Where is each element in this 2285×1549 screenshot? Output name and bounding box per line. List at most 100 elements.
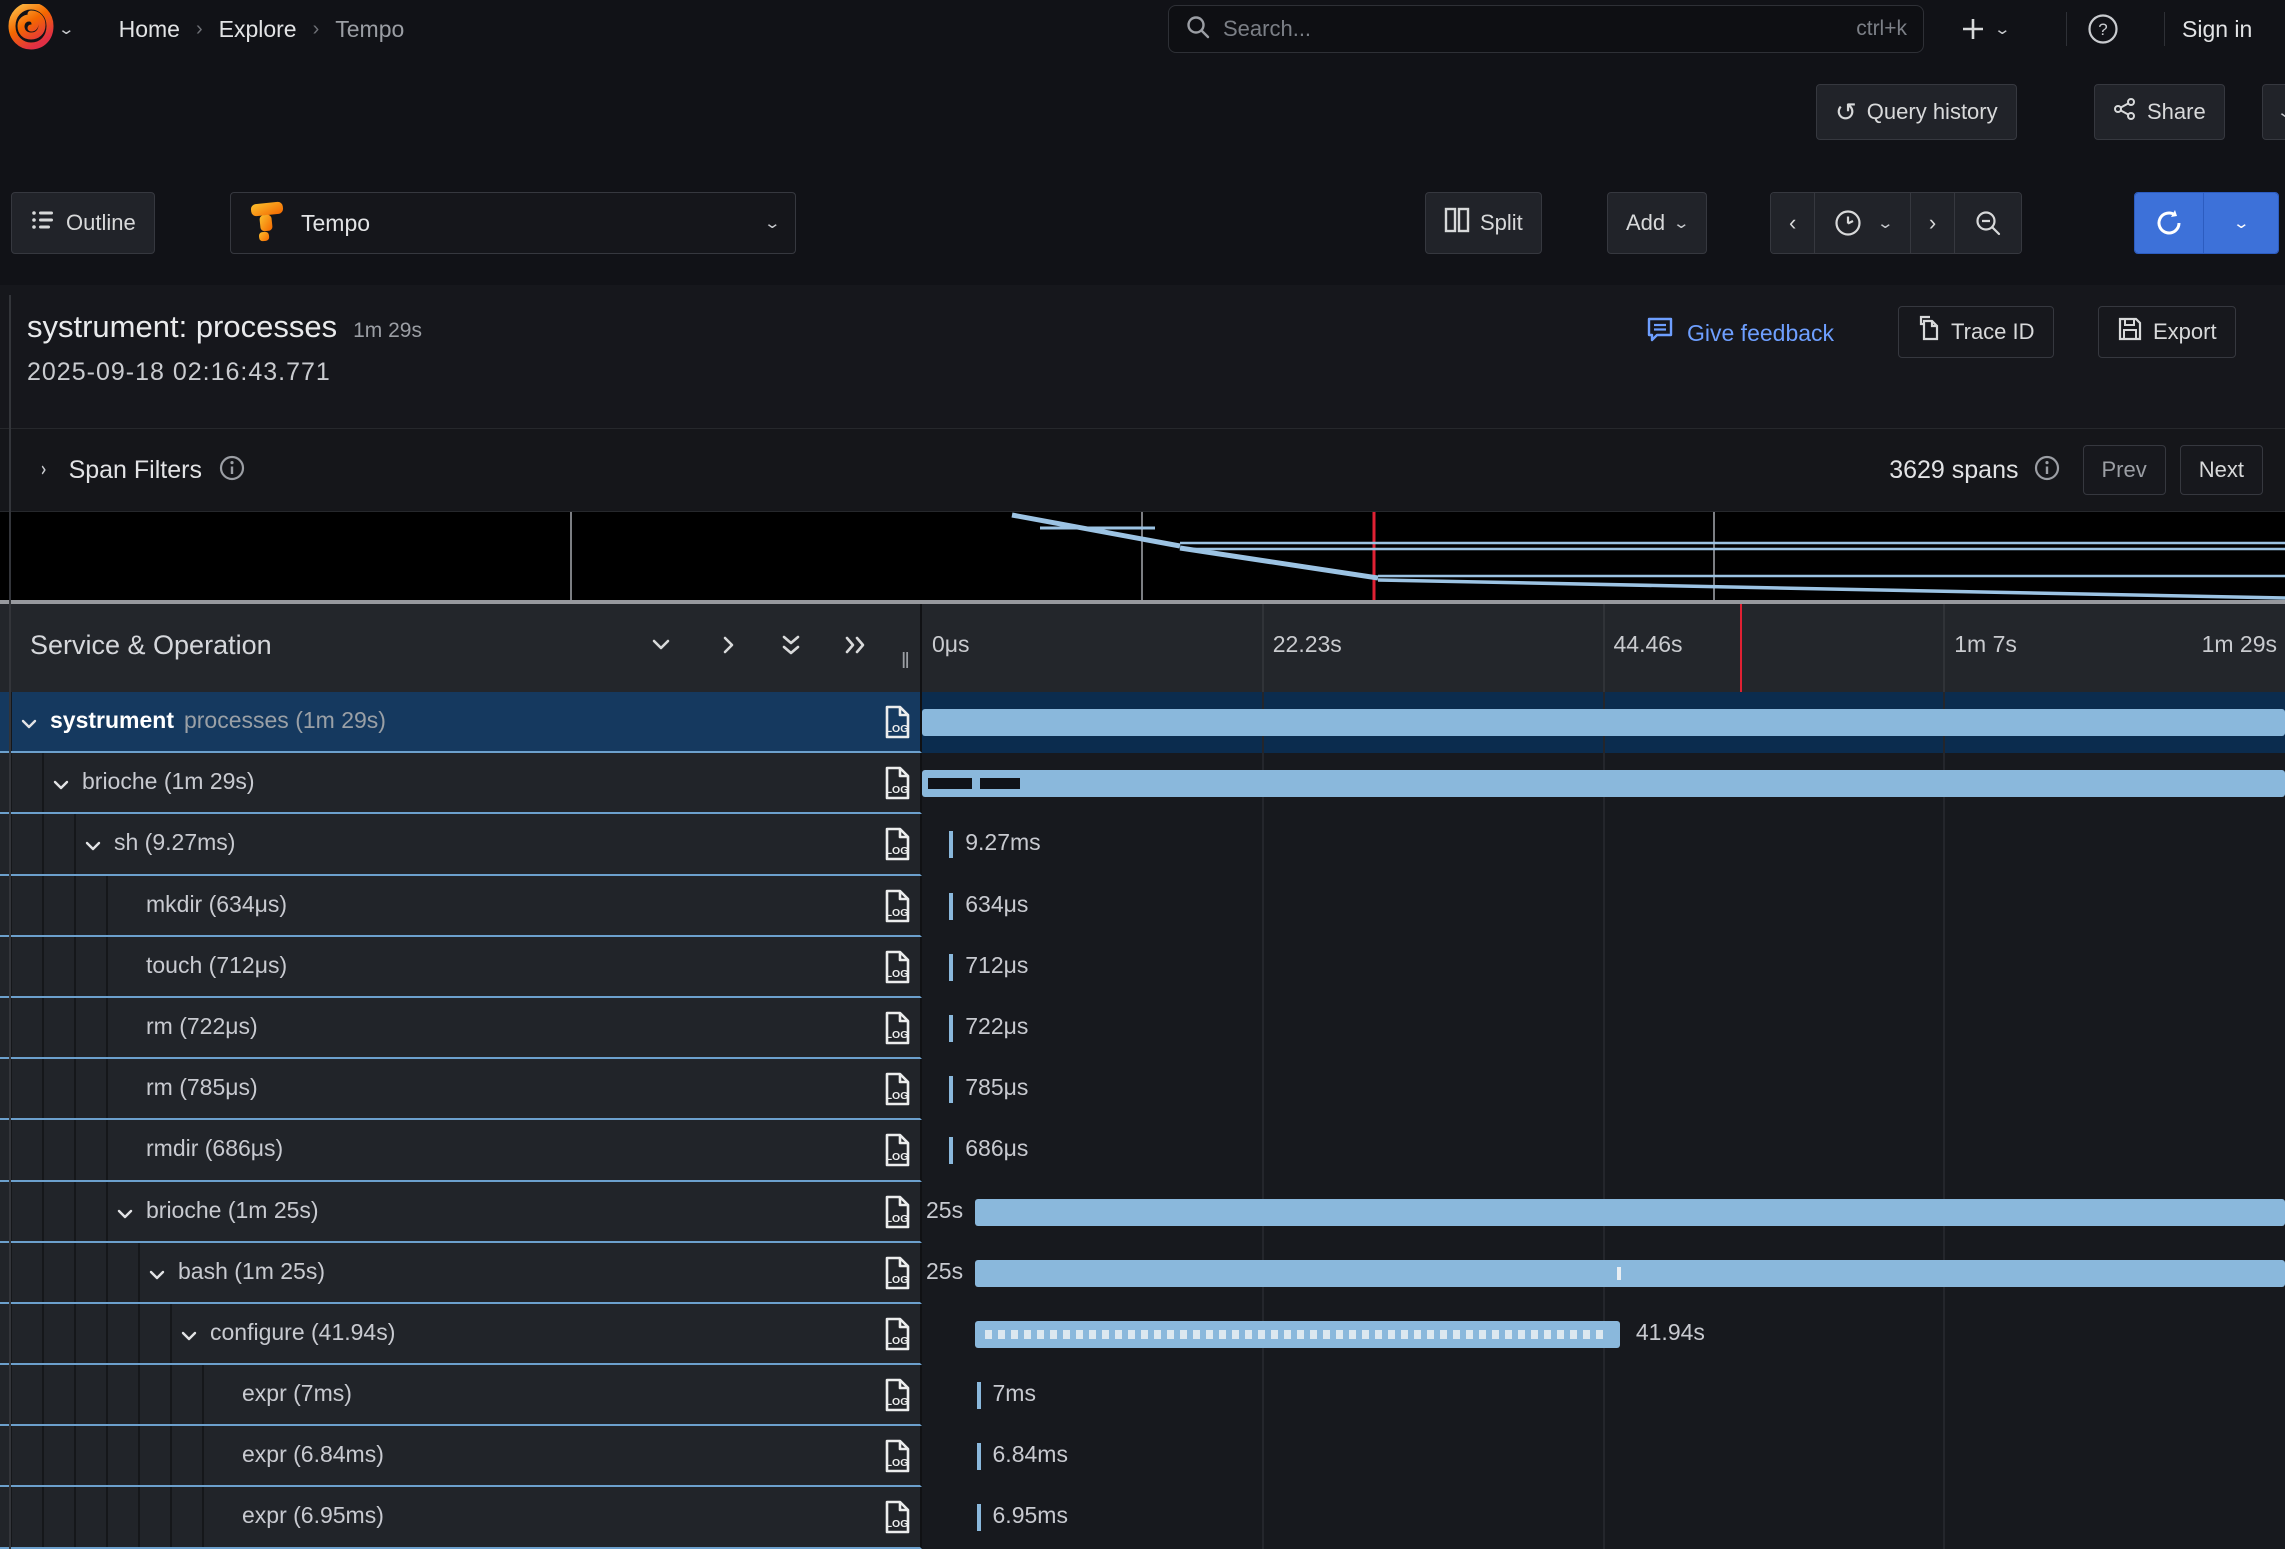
span-timeline-cell[interactable]: 6.84ms — [922, 1426, 2285, 1487]
span-bar[interactable] — [977, 1443, 981, 1470]
share-menu-button[interactable]: ⌄ — [2262, 84, 2285, 140]
global-search[interactable]: ctrl+k — [1168, 5, 1924, 53]
span-name-cell[interactable]: touch (712μs)LOG — [0, 937, 922, 998]
add-button[interactable]: Add ⌄ — [1607, 192, 1707, 254]
prev-span-button[interactable]: Prev — [2083, 445, 2166, 495]
span-bar[interactable] — [977, 1382, 981, 1409]
next-span-button[interactable]: Next — [2180, 445, 2263, 495]
row-collapse-chevron-icon[interactable] — [178, 1325, 200, 1352]
outline-button[interactable]: Outline — [11, 192, 155, 254]
log-icon[interactable]: LOG — [882, 1439, 912, 1479]
row-collapse-chevron-icon[interactable] — [146, 1264, 168, 1291]
breadcrumb-home[interactable]: Home — [119, 16, 180, 43]
share-button[interactable]: Share — [2094, 84, 2225, 140]
zoom-out-button[interactable] — [1955, 193, 2021, 253]
span-bar[interactable] — [949, 954, 953, 981]
span-name-cell[interactable]: configure (41.94s)LOG — [0, 1304, 922, 1365]
span-timeline-cell[interactable]: 686μs — [922, 1120, 2285, 1181]
time-picker-button[interactable]: ⌄ — [1815, 193, 1911, 253]
split-button[interactable]: Split — [1425, 192, 1542, 254]
log-icon[interactable]: LOG — [882, 1011, 912, 1051]
span-bar[interactable] — [975, 1199, 2285, 1226]
span-bar[interactable] — [949, 1076, 953, 1103]
span-timeline-cell[interactable]: 722μs — [922, 998, 2285, 1059]
export-button[interactable]: Export — [2098, 306, 2236, 358]
log-icon[interactable]: LOG — [882, 1256, 912, 1296]
span-timeline-cell[interactable]: 6.95ms — [922, 1487, 2285, 1548]
span-filters-label[interactable]: Span Filters — [69, 456, 202, 485]
span-bar[interactable] — [922, 770, 2285, 797]
span-name-cell[interactable]: rm (785μs)LOG — [0, 1059, 922, 1120]
indent-guide — [106, 1365, 108, 1424]
new-button[interactable]: ⌄ — [1958, 14, 2009, 44]
span-bar[interactable] — [949, 1137, 953, 1164]
expand-one-icon[interactable] — [716, 632, 742, 663]
span-bar[interactable] — [949, 893, 953, 920]
log-icon[interactable]: LOG — [882, 950, 912, 990]
span-name-cell[interactable]: rmdir (686μs)LOG — [0, 1120, 922, 1181]
expand-all-icon[interactable] — [842, 632, 872, 663]
span-name-cell[interactable]: expr (6.84ms)LOG — [0, 1426, 922, 1487]
span-timeline-cell[interactable] — [922, 692, 2285, 753]
span-timeline-cell[interactable]: 7ms — [922, 1365, 2285, 1426]
span-bar[interactable] — [922, 709, 2285, 736]
span-bar[interactable] — [977, 1504, 981, 1531]
span-timeline-cell[interactable]: 785μs — [922, 1059, 2285, 1120]
span-bar[interactable] — [975, 1260, 2285, 1287]
collapse-all-icon[interactable] — [778, 632, 804, 667]
help-button[interactable]: ? — [2086, 12, 2120, 46]
row-collapse-chevron-icon[interactable] — [50, 774, 72, 801]
row-collapse-chevron-icon[interactable] — [114, 1203, 136, 1230]
span-timeline-cell[interactable]: 41.94s — [922, 1304, 2285, 1365]
log-icon[interactable]: LOG — [882, 827, 912, 867]
span-name-cell[interactable]: mkdir (634μs)LOG — [0, 876, 922, 937]
span-timeline-cell[interactable]: 25s — [922, 1182, 2285, 1243]
span-timeline-cell[interactable]: 25s — [922, 1243, 2285, 1304]
row-collapse-chevron-icon[interactable] — [82, 835, 104, 862]
trace-minimap[interactable] — [0, 512, 2285, 604]
refresh-button[interactable] — [2135, 193, 2204, 253]
span-name-cell[interactable]: expr (7ms)LOG — [0, 1365, 922, 1426]
query-history-button[interactable]: ↺ Query history — [1816, 84, 2017, 140]
grafana-logo-icon[interactable] — [8, 4, 54, 55]
log-icon[interactable]: LOG — [882, 1378, 912, 1418]
span-name-cell[interactable]: bash (1m 25s)LOG — [0, 1243, 922, 1304]
column-resize-handle[interactable]: ‖ — [901, 648, 912, 674]
log-icon[interactable]: LOG — [882, 1500, 912, 1540]
span-name-cell[interactable]: brioche (1m 25s)LOG — [0, 1182, 922, 1243]
time-shift-forward-button[interactable]: › — [1911, 193, 1955, 253]
log-icon[interactable]: LOG — [882, 1133, 912, 1173]
span-bar[interactable] — [949, 1015, 953, 1042]
span-name-cell[interactable]: sh (9.27ms)LOG — [0, 814, 922, 875]
log-icon[interactable]: LOG — [882, 705, 912, 745]
span-name-cell[interactable]: brioche (1m 29s)LOG — [0, 753, 922, 814]
span-bar[interactable] — [975, 1321, 1620, 1348]
row-collapse-chevron-icon[interactable] — [18, 713, 40, 740]
span-name-cell[interactable]: expr (6.95ms)LOG — [0, 1487, 922, 1548]
span-timeline-cell[interactable] — [922, 753, 2285, 814]
log-icon[interactable]: LOG — [882, 1195, 912, 1235]
sign-in-link[interactable]: Sign in — [2182, 16, 2252, 43]
breadcrumb-explore[interactable]: Explore — [219, 16, 297, 43]
panel-scrollbar[interactable] — [9, 295, 11, 1549]
span-timeline-cell[interactable]: 712μs — [922, 937, 2285, 998]
log-icon[interactable]: LOG — [882, 1072, 912, 1112]
log-icon[interactable]: LOG — [882, 1317, 912, 1357]
trace-timestamp: 2025-09-18 02:16:43.771 — [27, 358, 331, 387]
datasource-picker[interactable]: Tempo ⌄ — [230, 192, 796, 254]
refresh-interval-button[interactable]: ⌄ — [2204, 193, 2278, 253]
log-icon[interactable]: LOG — [882, 889, 912, 929]
time-shift-back-button[interactable]: ‹ — [1771, 193, 1815, 253]
chevron-right-icon[interactable]: ⌄ — [31, 461, 49, 479]
collapse-one-icon[interactable] — [648, 632, 674, 663]
trace-id-button[interactable]: Trace ID — [1898, 306, 2054, 358]
span-bar[interactable] — [949, 831, 953, 858]
give-feedback-link[interactable]: Give feedback — [1645, 315, 1834, 351]
span-name-cell[interactable]: systrumentprocesses (1m 29s)LOG — [0, 692, 922, 753]
span-timeline-cell[interactable]: 9.27ms — [922, 814, 2285, 875]
search-input[interactable] — [1223, 16, 1856, 42]
log-icon[interactable]: LOG — [882, 766, 912, 806]
span-name-cell[interactable]: rm (722μs)LOG — [0, 998, 922, 1059]
span-timeline-cell[interactable]: 634μs — [922, 876, 2285, 937]
org-switcher-chevron-icon[interactable]: ⌄ — [57, 20, 75, 38]
